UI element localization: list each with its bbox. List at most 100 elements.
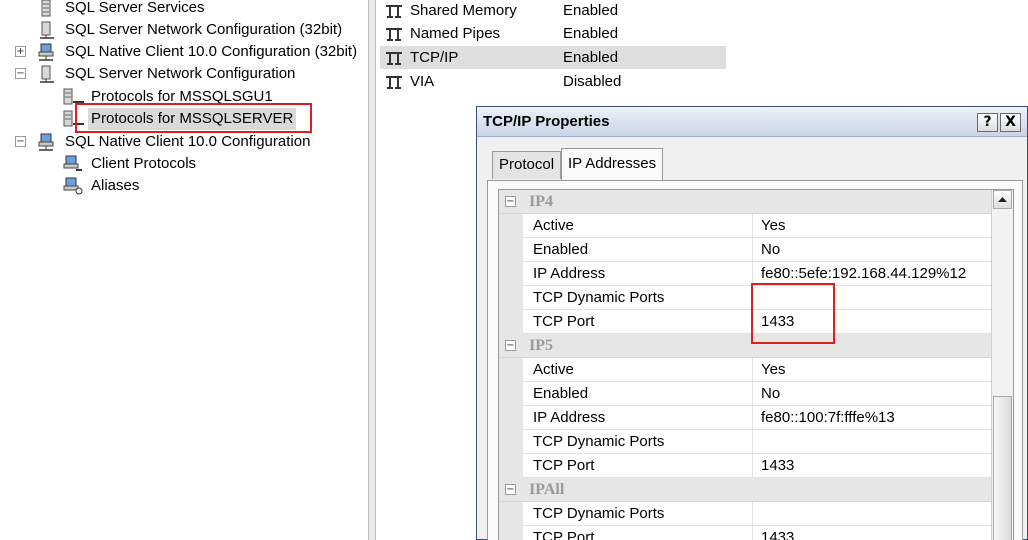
- tree-item-network-config-32bit[interactable]: SQL Server Network Configuration (32bit): [0, 19, 360, 41]
- property-row[interactable]: TCP Port 1433: [499, 310, 991, 334]
- property-value[interactable]: No: [753, 238, 780, 261]
- property-name: Enabled: [523, 382, 753, 405]
- tree-item-aliases[interactable]: Aliases: [0, 175, 360, 197]
- property-name: Active: [523, 214, 753, 237]
- property-name: TCP Port: [523, 526, 753, 540]
- tree-item-label: SQL Server Services: [65, 0, 205, 16]
- tree-item-client-protocols[interactable]: Client Protocols: [0, 153, 360, 175]
- tree-item-label: SQL Server Network Configuration (32bit): [65, 21, 343, 38]
- row-gutter: [499, 406, 523, 430]
- collapse-icon[interactable]: −: [15, 68, 26, 79]
- tree-item-sql-server-services[interactable]: SQL Server Services: [0, 0, 360, 19]
- property-row[interactable]: TCP Port 1433: [499, 454, 991, 478]
- property-row[interactable]: Active Yes: [499, 214, 991, 238]
- property-grid: − IP4 Active Yes Enabled No IP Address f…: [498, 189, 1014, 540]
- tree-item-label: SQL Native Client 10.0 Configuration: [65, 133, 311, 150]
- property-value[interactable]: No: [753, 382, 780, 405]
- row-gutter: [499, 430, 523, 454]
- category-ip4[interactable]: − IP4: [499, 190, 991, 214]
- category-ip5[interactable]: − IP5: [499, 334, 991, 358]
- collapse-icon[interactable]: −: [505, 484, 516, 495]
- property-name: IP Address: [523, 262, 753, 285]
- tree-item-network-config[interactable]: − SQL Server Network Configuration: [0, 63, 360, 85]
- tree-item-label: Client Protocols: [91, 155, 197, 172]
- close-button[interactable]: X: [1000, 113, 1021, 132]
- list-item[interactable]: Shared Memory Enabled: [380, 0, 726, 22]
- dialog-titlebar[interactable]: TCP/IP Properties ? X: [477, 107, 1027, 137]
- aliases-icon: [62, 176, 84, 203]
- protocol-icon: [384, 74, 404, 97]
- tcpip-properties-dialog: TCP/IP Properties ? X Protocol IP Addres…: [476, 106, 1028, 540]
- arrow-up-icon: [998, 197, 1007, 202]
- property-row[interactable]: TCP Dynamic Ports: [499, 286, 991, 310]
- collapse-icon[interactable]: −: [15, 136, 26, 147]
- vertical-scrollbar[interactable]: [991, 190, 1013, 540]
- row-gutter: [499, 382, 523, 406]
- row-gutter: [499, 262, 523, 286]
- property-name: Enabled: [523, 238, 753, 261]
- collapse-icon[interactable]: −: [505, 340, 516, 351]
- property-name: TCP Port: [523, 454, 753, 477]
- tree-item-native-client[interactable]: − SQL Native Client 10.0 Configuration: [0, 131, 360, 153]
- property-row[interactable]: IP Address fe80::100:7f:fffe%13: [499, 406, 991, 430]
- property-value[interactable]: Yes: [753, 214, 785, 237]
- tree-item-label: SQL Server Network Configuration: [65, 65, 296, 82]
- protocol-name: VIA: [410, 73, 435, 90]
- pane-splitter[interactable]: [368, 0, 376, 540]
- category-ipall[interactable]: − IPAll: [499, 478, 991, 502]
- highlight-box: [751, 283, 835, 344]
- row-gutter: [499, 214, 523, 238]
- property-name: IP Address: [523, 406, 753, 429]
- property-value[interactable]: 1433: [753, 454, 794, 477]
- property-value[interactable]: 1433: [753, 526, 794, 540]
- category-label: IPAll: [529, 481, 565, 498]
- property-name: TCP Dynamic Ports: [523, 430, 753, 453]
- property-value[interactable]: fe80::100:7f:fffe%13: [753, 406, 895, 429]
- property-row[interactable]: TCP Port 1433: [499, 526, 991, 540]
- tab-ip-addresses[interactable]: IP Addresses: [561, 148, 664, 180]
- row-gutter: [499, 454, 523, 478]
- property-row[interactable]: Enabled No: [499, 382, 991, 406]
- property-name: TCP Dynamic Ports: [523, 502, 753, 525]
- property-name: Active: [523, 358, 753, 381]
- protocol-status: Enabled: [563, 2, 619, 19]
- protocol-status: Enabled: [563, 25, 619, 42]
- protocol-status: Enabled: [563, 49, 619, 66]
- list-item[interactable]: Named Pipes Enabled: [380, 22, 726, 45]
- protocol-name: Shared Memory: [410, 2, 517, 19]
- row-gutter: [499, 286, 523, 310]
- property-row[interactable]: TCP Dynamic Ports: [499, 502, 991, 526]
- protocol-name: TCP/IP: [410, 49, 459, 66]
- property-row[interactable]: Enabled No: [499, 238, 991, 262]
- row-gutter: [499, 526, 523, 540]
- highlight-box: [75, 103, 312, 133]
- property-name: TCP Port: [523, 310, 753, 333]
- property-row[interactable]: Active Yes: [499, 358, 991, 382]
- ip-addresses-panel: − IP4 Active Yes Enabled No IP Address f…: [487, 180, 1023, 540]
- tree-item-label: SQL Native Client 10.0 Configuration (32…: [65, 43, 358, 60]
- property-value[interactable]: Yes: [753, 358, 785, 381]
- row-gutter: [499, 502, 523, 526]
- category-label: IP4: [529, 193, 553, 210]
- category-label: IP5: [529, 337, 553, 354]
- property-value[interactable]: fe80::5efe:192.168.44.129%12: [753, 262, 966, 285]
- property-name: TCP Dynamic Ports: [523, 286, 753, 309]
- row-gutter: [499, 238, 523, 262]
- property-row[interactable]: IP Address fe80::5efe:192.168.44.129%12: [499, 262, 991, 286]
- dialog-title: TCP/IP Properties: [483, 113, 610, 130]
- property-row[interactable]: TCP Dynamic Ports: [499, 430, 991, 454]
- expand-icon[interactable]: +: [15, 46, 26, 57]
- collapse-icon[interactable]: −: [505, 196, 516, 207]
- list-item[interactable]: TCP/IP Enabled: [380, 46, 726, 69]
- scroll-up-button[interactable]: [993, 190, 1012, 209]
- tree-item-label: Aliases: [91, 177, 140, 194]
- list-item[interactable]: VIA Disabled: [380, 70, 726, 93]
- tree-item-native-client-32bit[interactable]: + SQL Native Client 10.0 Configuration (…: [0, 41, 368, 63]
- row-gutter: [499, 358, 523, 382]
- console-tree: SQL Server Services SQL Server Network C…: [0, 0, 368, 540]
- help-button[interactable]: ?: [977, 113, 998, 132]
- protocol-status: Disabled: [563, 73, 622, 90]
- protocol-name: Named Pipes: [410, 25, 501, 42]
- tab-protocol[interactable]: Protocol: [492, 151, 562, 179]
- scroll-thumb[interactable]: [993, 396, 1012, 540]
